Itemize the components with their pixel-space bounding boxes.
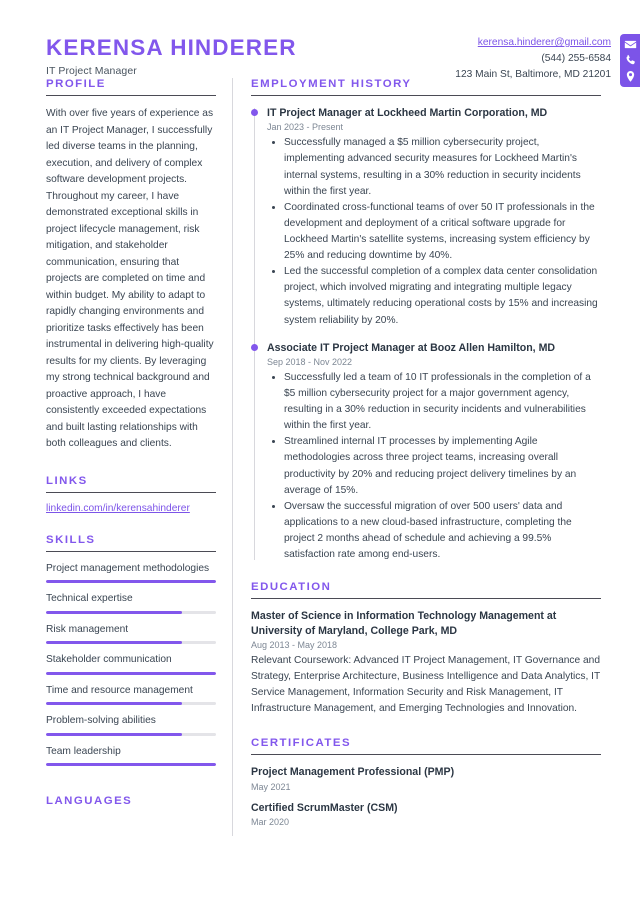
employment-section-rule <box>251 95 601 96</box>
skill-bar <box>46 641 216 645</box>
education-date: Aug 2013 - May 2018 <box>251 639 338 650</box>
skills-section-rule <box>46 550 216 552</box>
skill-bar <box>46 702 216 706</box>
timeline-dot-icon <box>251 343 258 351</box>
skill-bar-fill <box>46 671 216 675</box>
candidate-job-title: IT Project Manager <box>46 65 137 78</box>
contact-icon-rail <box>620 34 640 87</box>
link-item[interactable]: linkedin.com/in/kerensahinderer <box>46 503 216 514</box>
section-education: EDUCATION Master of Science in Informati… <box>251 581 601 717</box>
job-bullet: Streamlined internal IT processes by imp… <box>284 434 601 498</box>
skill-bar-fill <box>46 641 182 645</box>
job-entry: IT Project Manager at Lockheed Martin Co… <box>251 106 601 329</box>
skill-bar <box>46 732 216 736</box>
resume-header: KERENSA HINDERER IT Project Manager kere… <box>0 0 640 87</box>
contact-phone: (544) 255-6584 <box>541 53 611 65</box>
job-bullet: Coordinated cross-functional teams of ov… <box>284 200 601 264</box>
skill-label: Project management methodologies <box>46 562 210 574</box>
job-date: Sep 2018 - Nov 2022 <box>267 356 353 367</box>
education-description: Relevant Coursework: Advanced IT Project… <box>251 654 601 715</box>
resume-page: KERENSA HINDERER IT Project Manager kere… <box>0 0 640 905</box>
section-certificates: CERTIFICATES Project Management Professi… <box>251 737 601 827</box>
location-pin-icon <box>624 70 637 83</box>
contact-email[interactable]: kerensa.hinderer@gmail.com <box>455 35 611 51</box>
certificates-section-rule <box>251 754 601 756</box>
certificate-date: May 2021 <box>251 781 291 792</box>
skill-item: Technical expertise <box>46 592 216 614</box>
skill-label: Team leadership <box>46 745 121 757</box>
profile-text: With over five years of experience as an… <box>46 108 214 450</box>
languages-section-title: LANGUAGES <box>46 795 133 808</box>
education-section-rule <box>251 598 601 600</box>
section-links: LINKS linkedin.com/in/kerensahinderer <box>46 475 216 514</box>
phone-icon <box>624 54 637 67</box>
timeline-dot-icon <box>251 109 258 116</box>
education-section-title: EDUCATION <box>251 581 332 594</box>
certificate-entry: Project Management Professional (PMP) Ma… <box>251 765 601 791</box>
name-block: KERENSA HINDERER IT Project Manager <box>46 34 297 77</box>
resume-body: PROFILE With over five years of experien… <box>0 78 640 836</box>
skill-bar-fill <box>46 732 182 736</box>
skill-label: Risk management <box>46 623 129 635</box>
skill-bar-fill <box>46 610 182 614</box>
skill-bar-fill <box>46 580 216 584</box>
skill-bar-fill <box>46 763 216 767</box>
section-employment: EMPLOYMENT HISTORY IT Project Manager at… <box>251 78 601 563</box>
skill-item: Team leadership <box>46 745 216 767</box>
links-section-title: LINKS <box>46 474 88 487</box>
skill-bar <box>46 610 216 614</box>
certificates-section-title: CERTIFICATES <box>251 737 352 750</box>
skill-bar <box>46 580 216 584</box>
certificate-title: Project Management Professional (PMP) <box>251 766 455 779</box>
skill-item: Stakeholder communication <box>46 653 216 675</box>
job-bullets: Successfully managed a $5 million cybers… <box>267 135 601 328</box>
skill-label: Stakeholder communication <box>46 654 172 666</box>
skill-bar <box>46 763 216 767</box>
candidate-name: KERENSA HINDERER <box>46 35 297 60</box>
contact-address: 123 Main St, Baltimore, MD 21201 <box>455 69 611 81</box>
job-title: IT Project Manager at Lockheed Martin Co… <box>267 107 548 119</box>
skill-item: Problem-solving abilities <box>46 714 216 736</box>
skill-bar <box>46 671 216 675</box>
column-divider <box>232 78 233 836</box>
skill-label: Time and resource management <box>46 684 193 696</box>
education-entry: Master of Science in Information Technol… <box>251 609 601 717</box>
job-bullet: Oversaw the successful migration of over… <box>284 499 601 563</box>
certificate-date: Mar 2020 <box>251 816 290 827</box>
job-bullet: Led the successful completion of a compl… <box>284 264 601 328</box>
job-date: Jan 2023 - Present <box>267 122 344 133</box>
skill-bar-fill <box>46 702 182 706</box>
links-section-rule <box>46 491 216 493</box>
section-languages: LANGUAGES <box>46 795 216 807</box>
skill-label: Problem-solving abilities <box>46 715 156 727</box>
skills-section-title: SKILLS <box>46 533 96 546</box>
education-title: Master of Science in Information Technol… <box>251 610 557 637</box>
envelope-icon <box>624 38 637 51</box>
skill-item: Time and resource management <box>46 684 216 706</box>
certificate-entry: Certified ScrumMaster (CSM) Mar 2020 <box>251 801 601 827</box>
profile-section-rule <box>46 95 216 96</box>
job-title: Associate IT Project Manager at Booz All… <box>267 341 556 354</box>
certificate-title: Certified ScrumMaster (CSM) <box>251 801 398 814</box>
job-bullets: Successfully led a team of 10 IT profess… <box>267 370 601 563</box>
contact-block: kerensa.hinderer@gmail.com (544) 255-658… <box>455 34 640 87</box>
sidebar-column: PROFILE With over five years of experien… <box>46 78 232 836</box>
main-column: EMPLOYMENT HISTORY IT Project Manager at… <box>251 78 601 836</box>
job-bullet: Successfully led a team of 10 IT profess… <box>284 370 601 434</box>
job-bullet: Successfully managed a $5 million cybers… <box>284 135 601 199</box>
section-skills: SKILLS Project management methodologies … <box>46 533 216 767</box>
employment-timeline: IT Project Manager at Lockheed Martin Co… <box>251 106 601 563</box>
section-profile: PROFILE With over five years of experien… <box>46 78 216 453</box>
skill-label: Technical expertise <box>46 593 133 605</box>
job-entry: Associate IT Project Manager at Booz All… <box>251 341 601 564</box>
skill-item: Risk management <box>46 623 216 645</box>
skill-item: Project management methodologies <box>46 562 216 584</box>
